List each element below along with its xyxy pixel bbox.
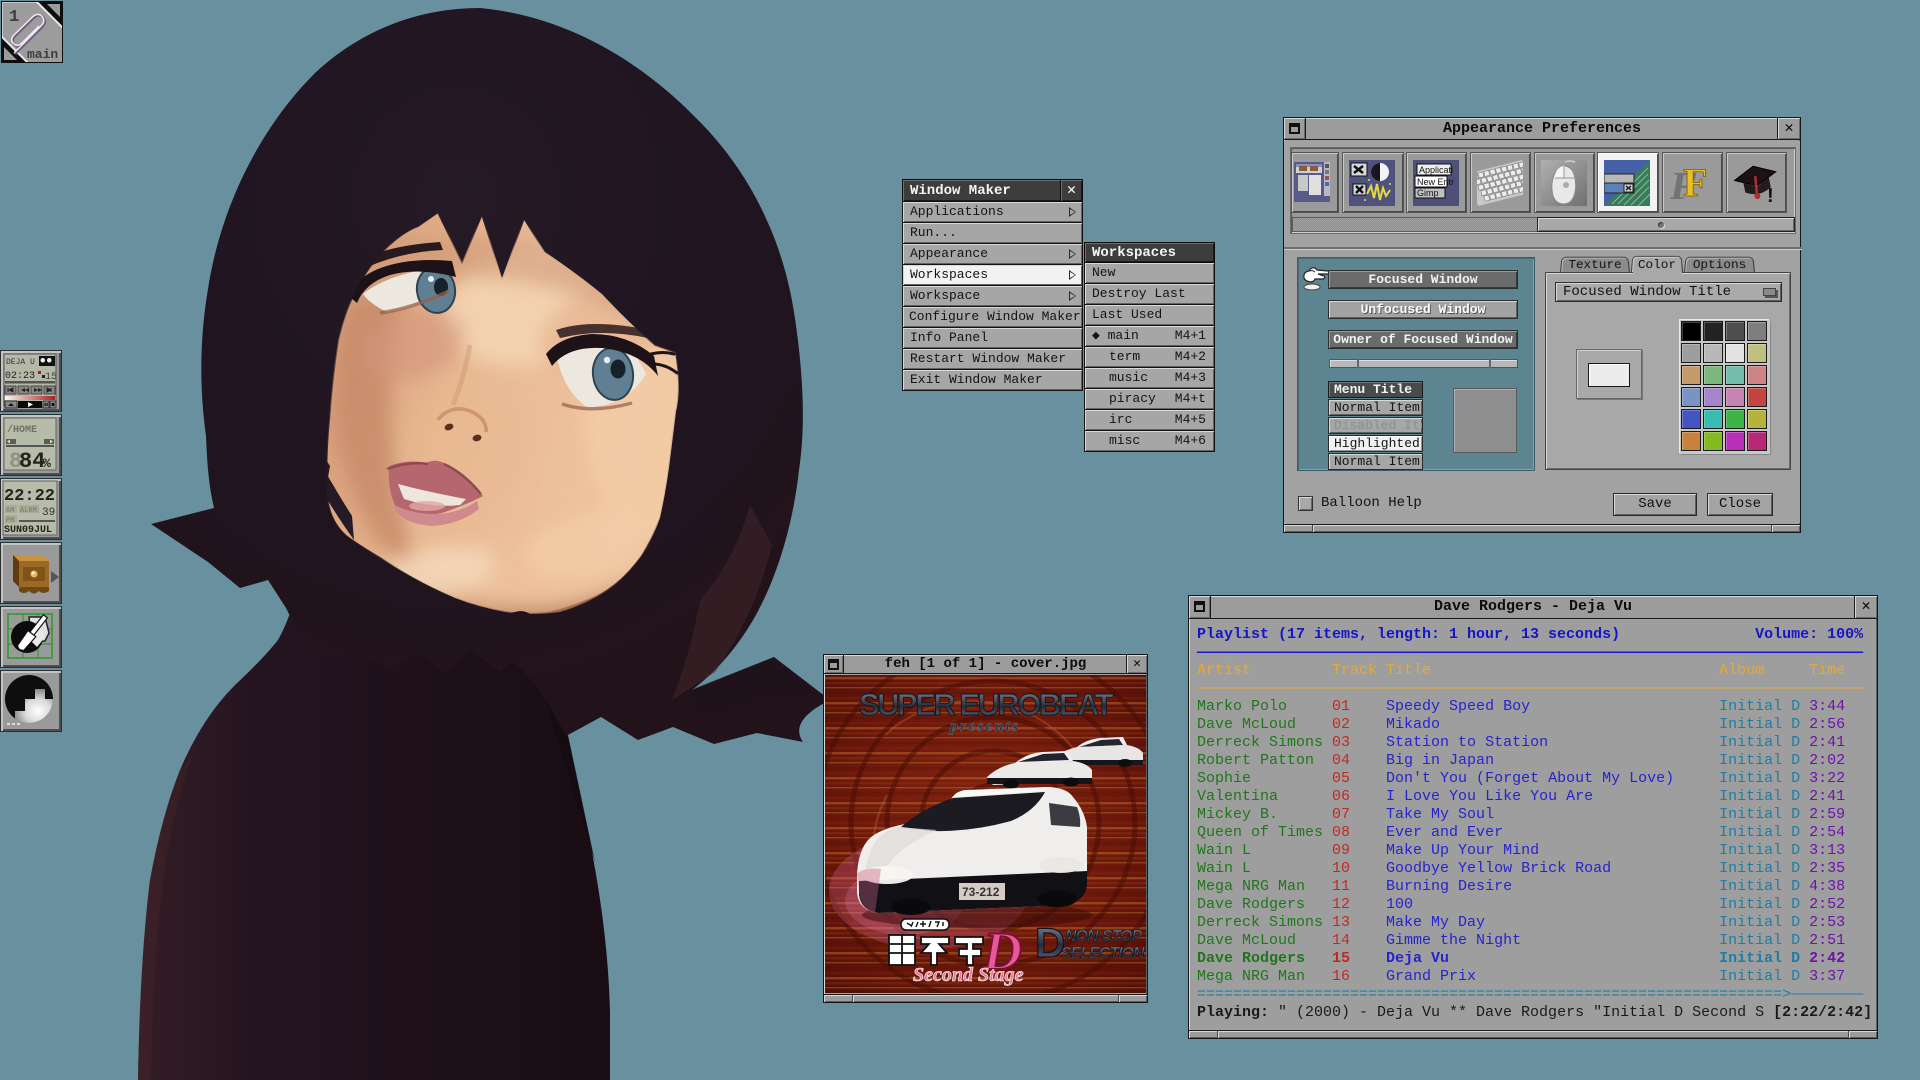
svg-text:Second Stage: Second Stage [913,964,1024,986]
svg-text:/HOME: /HOME [7,424,37,436]
svg-text:%: % [43,456,51,471]
svg-text:ALRM: ALRM [20,507,37,515]
svg-text:PM: PM [6,517,14,525]
svg-text:Applicati: Applicati [1419,165,1453,175]
svg-text:SUN09JUL: SUN09JUL [4,525,52,536]
svg-text:F: F [1683,160,1707,205]
svg-text:22:22: 22:22 [4,487,55,506]
svg-text:DEJA U: DEJA U [6,358,35,367]
svg-text:Gimp: Gimp [1417,188,1439,198]
svg-text:main: main [27,47,58,62]
svg-text:1: 1 [9,8,19,27]
svg-text:73-212: 73-212 [962,885,1000,899]
svg-text:NON-STOP: NON-STOP [1065,928,1142,945]
svg-text:02:23: 02:23 [5,371,35,382]
svg-text:New Entr: New Entr [1417,177,1454,187]
svg-text:84: 84 [19,449,45,473]
svg-text:presents: presents [948,718,1020,735]
svg-text:39: 39 [42,507,55,519]
svg-text:!: ! [1767,185,1774,206]
svg-text:SELECTION: SELECTION [1061,945,1145,962]
svg-text:AM: AM [6,507,14,515]
svg-text:SUPER EUROBEAT: SUPER EUROBEAT [859,687,1114,722]
